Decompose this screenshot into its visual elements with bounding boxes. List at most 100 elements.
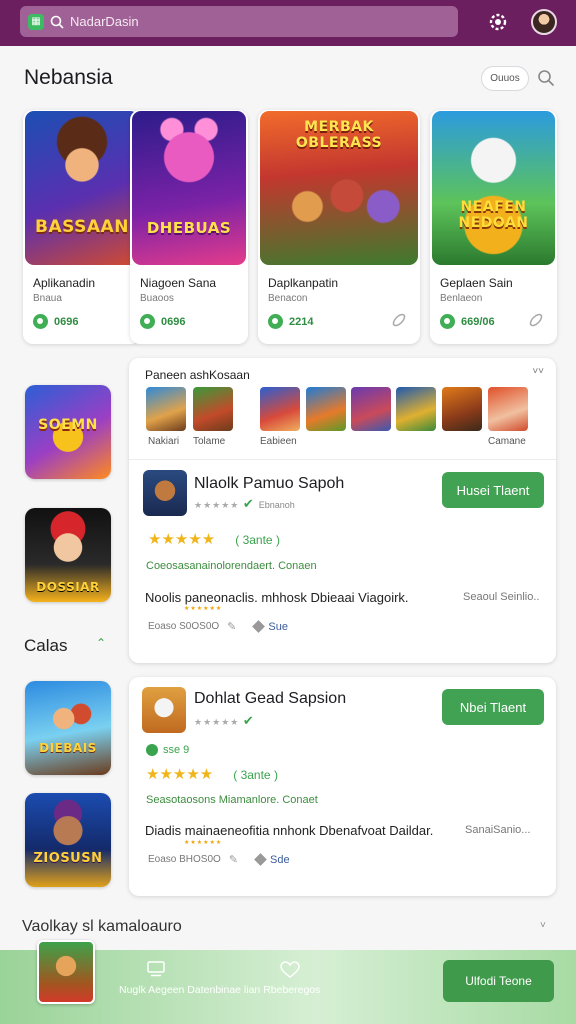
- game-artwork: BASSAAN: [25, 111, 139, 265]
- app-name[interactable]: Nlaolk Pamuo Sapoh: [194, 475, 344, 493]
- install-button[interactable]: Nbei Tlaent: [442, 689, 544, 725]
- game-icon[interactable]: DOSSIAR: [25, 508, 111, 602]
- card-subtitle: Bnaua: [33, 293, 62, 304]
- more-link[interactable]: Seaoul Seinlio..: [463, 591, 539, 603]
- game-icon[interactable]: SOEMN: [25, 385, 111, 479]
- link-icon[interactable]: [390, 311, 408, 329]
- badge-icon: [146, 744, 158, 756]
- featured-card[interactable]: DHEBUAS Niagoen Sana Buaoos 0696: [130, 110, 248, 344]
- section-title: Nebansia: [24, 66, 113, 89]
- screenshot-thumb[interactable]: [351, 387, 391, 431]
- app-meta: Eoaso BHOS0O ✎ Sde: [148, 853, 290, 866]
- app-description: Diadis mainaeneofitia nnhonk Dbenafvoat …: [145, 823, 434, 838]
- search-icon[interactable]: [537, 69, 555, 87]
- tag-icon: [252, 620, 266, 633]
- screenshot-thumb[interactable]: [488, 387, 528, 431]
- categories-title: Calas: [24, 636, 68, 655]
- card-badge: 2214: [268, 314, 313, 329]
- badge-value: sse 9: [163, 744, 190, 756]
- rating-row: ★★★★★ ✔ Ebnanoh: [194, 496, 295, 511]
- link-icon[interactable]: [527, 311, 545, 329]
- app-icon[interactable]: [142, 687, 186, 733]
- meta-text: Eoaso BHOS0O: [148, 854, 221, 865]
- card-title: Geplaen Sain: [440, 276, 513, 290]
- game-icon[interactable]: ZIOSUSN: [25, 793, 111, 887]
- app-icon[interactable]: [143, 470, 187, 516]
- tag-label: Sue: [268, 620, 288, 633]
- card-badge: 0696: [140, 314, 185, 329]
- screenshot-thumb[interactable]: [306, 387, 346, 431]
- card-subtitle: Benlaeon: [440, 293, 483, 304]
- gear-icon[interactable]: [486, 10, 510, 34]
- pencil-icon[interactable]: ✎: [227, 620, 236, 633]
- size-badge: sse 9: [146, 744, 189, 756]
- mini-stars: ★★★★★★: [184, 606, 223, 612]
- featured-card[interactable]: MERBAK OBLERASS Daplkanpatin Benacon 221…: [258, 110, 420, 344]
- screenshot-thumb[interactable]: [442, 387, 482, 431]
- grid-icon[interactable]: [147, 961, 165, 977]
- game-icon[interactable]: DIEBAIS: [25, 681, 111, 775]
- thumb-label: Tolame: [193, 436, 226, 447]
- badge-icon: [33, 314, 48, 329]
- bottom-bar-text: Nuglk Aegeen Datenbinae lian Rbeberegos: [119, 984, 321, 996]
- panel-header: Paneen ashKosaan: [145, 368, 250, 382]
- icon-title: SOEMN: [38, 417, 98, 433]
- badge-value: 0696: [161, 315, 186, 328]
- search-input[interactable]: ▦ NadarDasin: [20, 6, 458, 37]
- thumb-label: Camane: [488, 436, 526, 447]
- artwork-title: BASSAAN: [35, 217, 129, 237]
- card-title: Daplkanpatin: [268, 276, 339, 290]
- icon-title: ZIOSUSN: [33, 851, 103, 866]
- screenshot-thumb[interactable]: [193, 387, 233, 431]
- chevron-down-icon[interactable]: ˅: [540, 920, 546, 931]
- featured-card[interactable]: NEAFEN NEDOAN Geplaen Sain Benlaeon 669/…: [430, 110, 557, 344]
- card-subtitle: Benacon: [268, 293, 308, 304]
- game-artwork: MERBAK OBLERASS: [260, 111, 418, 265]
- chevron-down-icon[interactable]: ˅˅: [532, 366, 544, 377]
- screenshot-thumb[interactable]: [260, 387, 300, 431]
- star-rating: ★★★★★( 3ante ): [148, 531, 280, 548]
- update-button[interactable]: Ulfodi Teone: [443, 960, 554, 1002]
- icon-title: DIEBAIS: [39, 741, 97, 755]
- tag-icon: [254, 853, 267, 866]
- card-subtitle: Buaoos: [140, 293, 174, 304]
- chevron-up-icon[interactable]: ⌃: [96, 636, 106, 650]
- divider: [129, 459, 556, 460]
- card-badge: 0696: [33, 314, 78, 329]
- heart-icon[interactable]: [280, 961, 300, 979]
- bottom-app-icon[interactable]: [37, 940, 95, 1004]
- install-button[interactable]: Husei Tlaent: [442, 472, 544, 508]
- icon-title: DOSSIAR: [36, 580, 100, 594]
- tag-chip[interactable]: Sde: [254, 853, 290, 866]
- check-icon: ✔: [242, 496, 255, 511]
- filter-pill-button[interactable]: Ouuos: [481, 66, 529, 91]
- game-artwork: NEAFEN NEDOAN: [432, 111, 555, 265]
- rating-text: ( 3ante ): [235, 533, 280, 547]
- tag-chip[interactable]: Sue: [252, 620, 288, 633]
- pencil-icon[interactable]: ✎: [229, 853, 238, 866]
- search-icon: [50, 15, 64, 29]
- badge-icon: [440, 314, 455, 329]
- mini-stars: ★★★★★★: [184, 840, 223, 846]
- avatar[interactable]: [531, 9, 557, 35]
- tag-label: Sde: [270, 853, 290, 866]
- star-rating: ★★★★★( 3ante ): [146, 766, 278, 783]
- screenshot-labels: Nakiari Tolame Eabieen Camane: [129, 436, 556, 450]
- artwork-title: MERBAK OBLERASS: [295, 119, 383, 151]
- featured-card[interactable]: BASSAAN Aplikanadin Bnaua 0696: [23, 110, 141, 344]
- more-link[interactable]: SanaiSanio...: [465, 824, 530, 836]
- bottom-section-title: Vaolkay sl kamaloauro: [22, 918, 182, 935]
- artwork-title: NEAFEN NEDOAN: [458, 199, 529, 231]
- app-name[interactable]: Dohlat Gead Sapsion: [194, 690, 346, 708]
- screenshot-thumb[interactable]: [146, 387, 186, 431]
- badge-value: 2214: [289, 315, 314, 328]
- app-logo-icon: ▦: [28, 13, 44, 30]
- screenshot-thumb[interactable]: [396, 387, 436, 431]
- badge-value: 669/06: [461, 315, 495, 328]
- screenshot-strip: [146, 387, 546, 433]
- game-artwork: DHEBUAS: [132, 111, 246, 265]
- app-panel: Paneen ashKosaan ˅˅ Nakiari Tolame Eabie…: [129, 358, 556, 663]
- rating-row: ★★★★★ ✔: [194, 713, 255, 728]
- rating-text: ( 3ante ): [233, 768, 278, 782]
- app-meta: Eoaso S0OS0O ✎ Sue: [148, 620, 288, 633]
